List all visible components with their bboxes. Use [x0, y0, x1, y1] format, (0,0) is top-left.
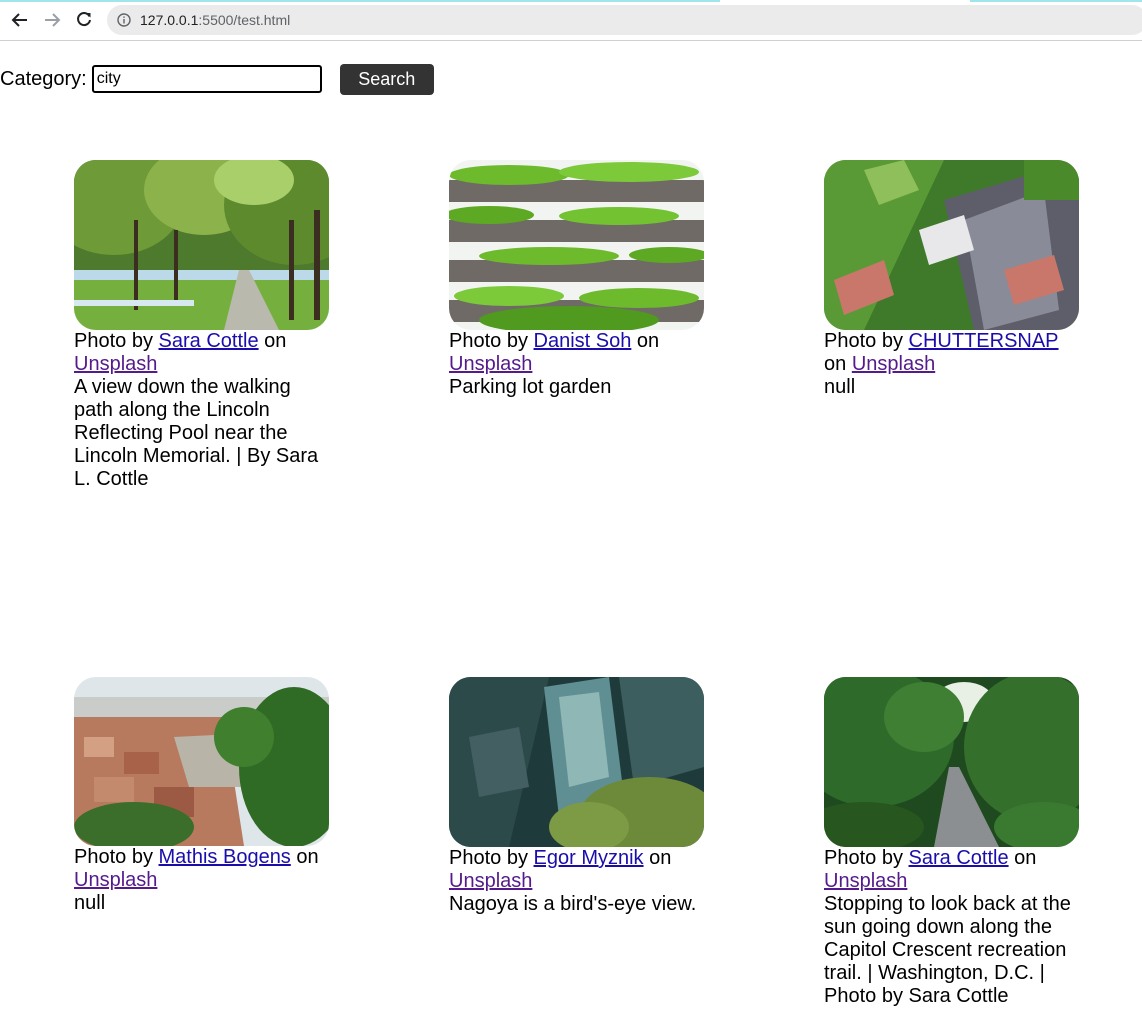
photo-tree-lined-path	[74, 160, 329, 330]
credit-on: on	[824, 353, 847, 375]
search-button[interactable]: Search	[339, 63, 434, 95]
photo-credit: Photo by Egor Myznik on Unsplash	[449, 847, 704, 893]
author-link[interactable]: Mathis Bogens	[159, 846, 291, 868]
photo-trail-through-woods	[824, 677, 1079, 847]
author-link[interactable]: CHUTTERSNAP	[909, 330, 1059, 352]
browser-toolbar: 127.0.0.1:5500/test.html	[0, 0, 1142, 41]
photo-description: null	[74, 892, 106, 914]
author-link[interactable]: Sara Cottle	[909, 847, 1009, 869]
url-text: 127.0.0.1:5500/test.html	[140, 12, 290, 28]
unsplash-link[interactable]: Unsplash	[449, 353, 532, 375]
url-path: :5500/test.html	[198, 12, 291, 28]
credit-prefix: Photo by	[449, 330, 528, 352]
photo-card: Photo by CHUTTERSNAP on Unsplash null	[824, 160, 1079, 399]
photo-card: Photo by Sara Cottle on Unsplash A view d…	[74, 160, 329, 491]
credit-on: on	[636, 330, 660, 352]
unsplash-link[interactable]: Unsplash	[74, 869, 157, 891]
address-bar[interactable]: 127.0.0.1:5500/test.html	[107, 5, 1142, 35]
photo-credit: Photo by Mathis Bogens on Unsplash	[74, 846, 329, 892]
category-label: Category:	[0, 67, 87, 90]
photo-description: Nagoya is a bird's-eye view.	[449, 893, 697, 915]
unsplash-link[interactable]: Unsplash	[852, 353, 935, 375]
credit-on: on	[264, 330, 287, 352]
page-load-indicator	[0, 0, 720, 2]
credit-prefix: Photo by	[824, 847, 903, 869]
credit-on: on	[649, 847, 672, 869]
photo-credit: Photo by CHUTTERSNAP on Unsplash	[824, 330, 1079, 376]
credit-prefix: Photo by	[449, 847, 528, 869]
author-link[interactable]: Egor Myznik	[534, 847, 644, 869]
reload-icon	[77, 12, 91, 27]
photo-aerial-city-blocks	[449, 677, 704, 847]
category-search-form: Category: Search	[0, 63, 434, 95]
reload-button[interactable]	[72, 8, 96, 32]
unsplash-link[interactable]: Unsplash	[74, 353, 157, 375]
photo-card: Photo by Egor Myznik on Unsplash Nagoya i…	[449, 677, 704, 916]
forward-arrow-icon	[45, 13, 61, 27]
photo-description: Parking lot garden	[449, 376, 612, 398]
back-button[interactable]	[8, 8, 32, 32]
photo-green-parking-garage	[449, 160, 704, 330]
photo-credit: Photo by Sara Cottle on Unsplash	[74, 330, 329, 376]
credit-prefix: Photo by	[74, 330, 153, 352]
credit-prefix: Photo by	[824, 330, 903, 352]
photo-aerial-rooftop-garden	[824, 160, 1079, 330]
url-host: 127.0.0.1	[140, 12, 199, 28]
photo-description: Stopping to look back at the sun going d…	[824, 893, 1071, 1007]
forward-button[interactable]	[40, 8, 64, 32]
photo-credit: Photo by Danist Soh on Unsplash	[449, 330, 704, 376]
photo-card: Photo by Danist Soh on Unsplash Parking l…	[449, 160, 704, 399]
credit-on: on	[296, 846, 319, 868]
credit-prefix: Photo by	[74, 846, 153, 868]
photo-description: A view down the walking path along the L…	[74, 376, 319, 490]
category-input[interactable]	[91, 65, 322, 93]
author-link[interactable]: Danist Soh	[534, 330, 632, 352]
author-link[interactable]: Sara Cottle	[159, 330, 259, 352]
credit-on: on	[1014, 847, 1037, 869]
photo-description: null	[824, 376, 856, 398]
photo-card: Photo by Sara Cottle on Unsplash Stopping…	[824, 677, 1079, 1008]
photo-card: Photo by Mathis Bogens on Unsplash null	[74, 677, 329, 915]
photo-city-rooftops-view	[74, 677, 329, 846]
page-load-indicator-segment	[970, 0, 1142, 2]
photo-credit: Photo by Sara Cottle on Unsplash	[824, 847, 1079, 893]
site-info-icon[interactable]	[117, 13, 131, 27]
unsplash-link[interactable]: Unsplash	[449, 870, 532, 892]
unsplash-link[interactable]: Unsplash	[824, 870, 907, 892]
back-arrow-icon	[11, 13, 27, 27]
